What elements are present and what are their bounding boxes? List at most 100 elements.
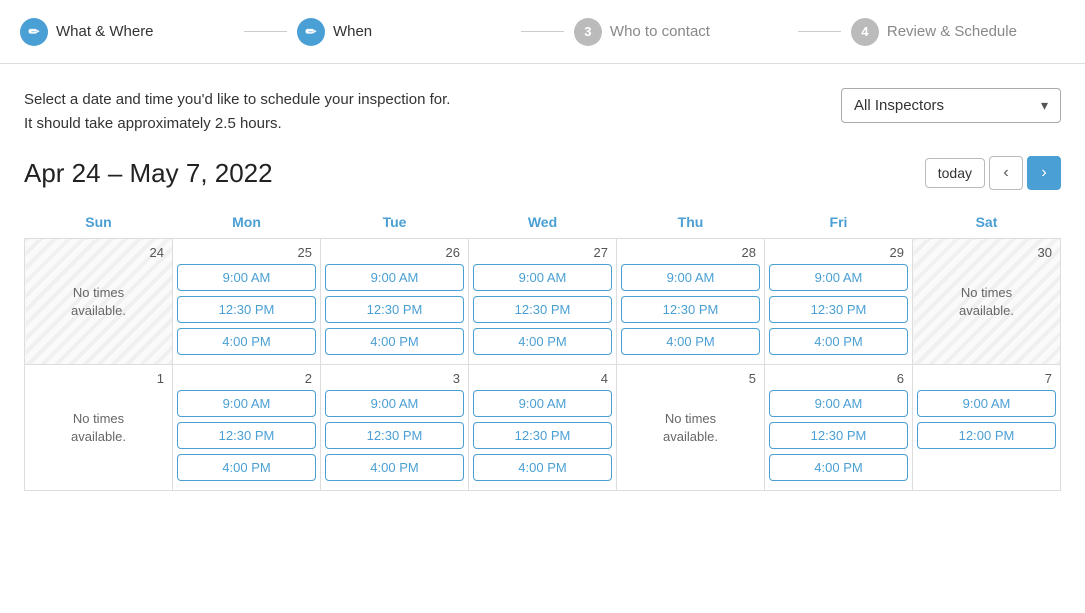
day-number-0-3: 27 (473, 243, 612, 264)
time-btn-0-4-0[interactable]: 9:00 AM (621, 264, 760, 291)
stepper: ✏ What & Where ✏ When 3 Who to contact 4… (0, 0, 1085, 64)
day-number-0-6: 30 (917, 243, 1056, 264)
col-tue: Tue (321, 206, 469, 239)
calendar-cell-1-3: 49:00 AM 12:30 PM 4:00 PM (469, 365, 617, 491)
day-number-1-4: 5 (621, 369, 760, 390)
calendar-cell-0-1: 259:00 AM 12:30 PM 4:00 PM (173, 239, 321, 365)
time-btn-0-2-0[interactable]: 9:00 AM (325, 264, 464, 291)
inspector-select-label: All Inspectors (854, 97, 944, 114)
calendar-cell-1-4: 5No times available. (617, 365, 765, 491)
calendar-week-1: 1No times available.29:00 AM12:30 PM4:00… (25, 365, 1061, 491)
time-btn-1-2-0[interactable]: 9:00 AM (325, 390, 464, 417)
day-number-1-1: 2 (177, 369, 316, 390)
time-btn-0-1-0[interactable]: 9:00 AM (177, 264, 316, 291)
time-btn-0-3-2[interactable]: 4:00 PM (473, 328, 612, 355)
step-icon-what-where: ✏ (20, 18, 48, 46)
day-number-0-0: 24 (29, 243, 168, 264)
time-btn-1-3-1[interactable]: 12:30 PM (473, 422, 612, 449)
time-btn-0-1-2[interactable]: 4:00 PM (177, 328, 316, 355)
step-label-who: Who to contact (610, 23, 710, 40)
description-text: Select a date and time you'd like to sch… (24, 88, 450, 136)
no-times-1-4: No times available. (621, 390, 760, 446)
time-btn-1-5-1[interactable]: 12:30 PM (769, 422, 908, 449)
day-number-0-5: 29 (769, 243, 908, 264)
no-times-1-0: No times available. (29, 390, 168, 446)
time-btn-1-6-0[interactable]: 9:00 AM (917, 390, 1056, 417)
time-btn-1-6-1[interactable]: 12:00 PM (917, 422, 1056, 449)
time-btn-1-5-0[interactable]: 9:00 AM (769, 390, 908, 417)
step-divider-3 (798, 31, 841, 32)
time-btn-1-3-2[interactable]: 4:00 PM (473, 454, 612, 481)
time-btn-1-3-0[interactable]: 9:00 AM (473, 390, 612, 417)
time-btn-1-1-1[interactable]: 12:30 PM (177, 422, 316, 449)
col-thu: Thu (617, 206, 765, 239)
date-range-header: Apr 24 – May 7, 2022 today ‹ › (24, 156, 1061, 190)
step-when[interactable]: ✏ When (297, 18, 511, 46)
calendar-week-0: 24No times available.259:00 AM12:30 PM4:… (25, 239, 1061, 365)
calendar-cell-1-5: 69:00 AM 12:30 PM 4:00 PM (765, 365, 913, 491)
step-what-where[interactable]: ✏ What & Where (20, 18, 234, 46)
main-content: Select a date and time you'd like to sch… (0, 64, 1085, 491)
time-btn-0-2-1[interactable]: 12:30 PM (325, 296, 464, 323)
step-label-when: When (333, 23, 372, 40)
day-number-0-4: 28 (621, 243, 760, 264)
calendar-cell-0-0: 24No times available. (25, 239, 173, 365)
time-btn-0-1-1[interactable]: 12:30 PM (177, 296, 316, 323)
time-btn-0-2-2[interactable]: 4:00 PM (325, 328, 464, 355)
calendar-cell-0-5: 299:00 AM 12:30 PM 4:00 PM (765, 239, 913, 365)
time-btn-0-5-2[interactable]: 4:00 PM (769, 328, 908, 355)
calendar-cell-1-1: 29:00 AM 12:30 PM 4:00 PM (173, 365, 321, 491)
no-times-0-0: No times available. (29, 264, 168, 320)
col-fri: Fri (765, 206, 913, 239)
day-number-1-5: 6 (769, 369, 908, 390)
chevron-down-icon: ▾ (1041, 97, 1048, 114)
today-button[interactable]: today (925, 158, 985, 188)
calendar-cell-1-0: 1No times available. (25, 365, 173, 491)
day-number-0-1: 25 (177, 243, 316, 264)
col-sat: Sat (913, 206, 1061, 239)
calendar-cell-0-2: 269:00 AM 12:30 PM 4:00 PM (321, 239, 469, 365)
step-label-what-where: What & Where (56, 23, 154, 40)
calendar-cell-1-2: 39:00 AM 12:30 PM 4:00 PM (321, 365, 469, 491)
time-btn-0-3-1[interactable]: 12:30 PM (473, 296, 612, 323)
nav-controls: today ‹ › (925, 156, 1061, 190)
time-btn-0-4-1[interactable]: 12:30 PM (621, 296, 760, 323)
inspector-select[interactable]: All Inspectors ▾ (841, 88, 1061, 123)
calendar: Sun Mon Tue Wed Thu Fri Sat 24No times a… (24, 206, 1061, 491)
time-btn-0-5-1[interactable]: 12:30 PM (769, 296, 908, 323)
time-btn-1-2-1[interactable]: 12:30 PM (325, 422, 464, 449)
col-mon: Mon (173, 206, 321, 239)
step-divider-2 (521, 31, 564, 32)
time-btn-0-3-0[interactable]: 9:00 AM (473, 264, 612, 291)
step-review-schedule[interactable]: 4 Review & Schedule (851, 18, 1065, 46)
time-btn-1-2-2[interactable]: 4:00 PM (325, 454, 464, 481)
calendar-cell-0-4: 289:00 AM 12:30 PM 4:00 PM (617, 239, 765, 365)
time-btn-1-5-2[interactable]: 4:00 PM (769, 454, 908, 481)
time-btn-0-4-2[interactable]: 4:00 PM (621, 328, 760, 355)
col-wed: Wed (469, 206, 617, 239)
day-number-1-6: 7 (917, 369, 1056, 390)
day-number-0-2: 26 (325, 243, 464, 264)
step-icon-when: ✏ (297, 18, 325, 46)
step-label-review: Review & Schedule (887, 23, 1017, 40)
time-btn-1-1-2[interactable]: 4:00 PM (177, 454, 316, 481)
step-who-to-contact[interactable]: 3 Who to contact (574, 18, 788, 46)
description-line2: It should take approximately 2.5 hours. (24, 112, 450, 136)
step-icon-review: 4 (851, 18, 879, 46)
calendar-cell-0-3: 279:00 AM 12:30 PM 4:00 PM (469, 239, 617, 365)
prev-button[interactable]: ‹ (989, 156, 1023, 190)
description-line1: Select a date and time you'd like to sch… (24, 88, 450, 112)
no-times-0-6: No times available. (917, 264, 1056, 320)
time-btn-0-5-0[interactable]: 9:00 AM (769, 264, 908, 291)
calendar-cell-1-6: 79:00 AM 12:00 PM (913, 365, 1061, 491)
next-button[interactable]: › (1027, 156, 1061, 190)
day-number-1-2: 3 (325, 369, 464, 390)
calendar-cell-0-6: 30No times available. (913, 239, 1061, 365)
date-range-title: Apr 24 – May 7, 2022 (24, 158, 273, 189)
top-section: Select a date and time you'd like to sch… (24, 88, 1061, 136)
day-number-1-0: 1 (29, 369, 168, 390)
day-number-1-3: 4 (473, 369, 612, 390)
time-btn-1-1-0[interactable]: 9:00 AM (177, 390, 316, 417)
calendar-header-row: Sun Mon Tue Wed Thu Fri Sat (25, 206, 1061, 239)
step-divider-1 (244, 31, 287, 32)
